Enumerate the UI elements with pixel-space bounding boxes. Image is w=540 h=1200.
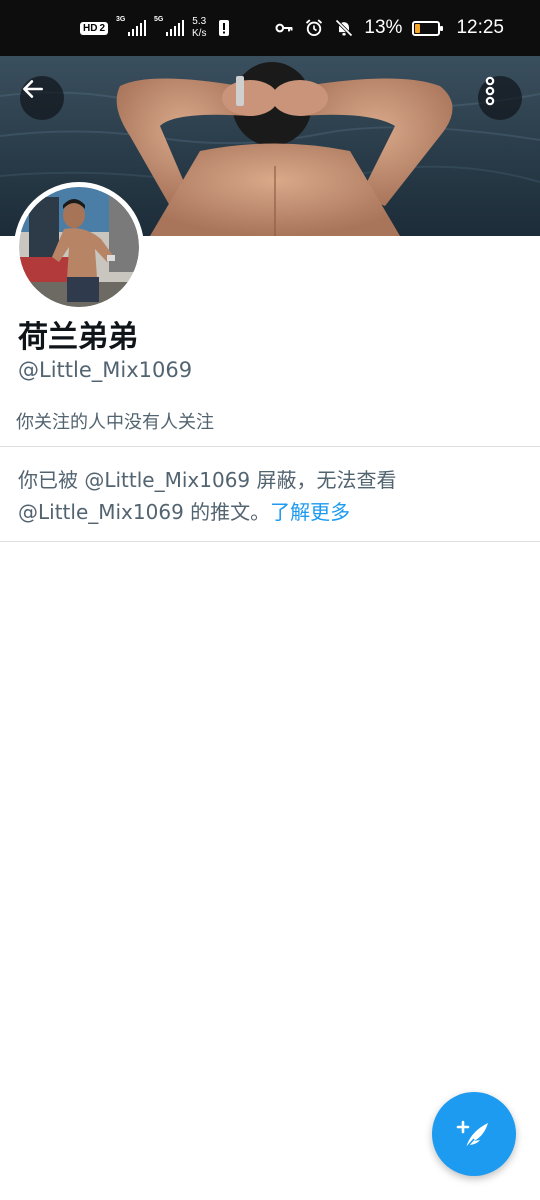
sim-slot: 2 — [99, 22, 106, 34]
alarm-icon — [306, 19, 323, 36]
blocked-handle-2: @Little_Mix1069 — [18, 500, 184, 524]
more-vertical-icon — [485, 76, 495, 106]
mute-bell-icon — [335, 19, 354, 37]
battery-icon — [412, 20, 444, 36]
compose-tweet-button[interactable] — [432, 1092, 516, 1176]
signal-3g-icon: 3G — [116, 16, 147, 36]
status-right: 13% 12:25 — [274, 17, 504, 39]
avatar[interactable] — [14, 182, 144, 312]
battery-fill — [415, 23, 421, 33]
blocked-handle-1: @Little_Mix1069 — [84, 468, 251, 492]
avatar-photo — [19, 187, 139, 307]
blocked-middle: 屏蔽，无法查看 — [256, 468, 397, 492]
battery-alert-icon — [219, 20, 230, 36]
hd-label: HD — [83, 22, 98, 34]
battery-percent: 13% — [364, 17, 403, 38]
arrow-left-icon — [23, 80, 43, 98]
learn-more-link[interactable]: 了解更多 — [270, 500, 350, 524]
network-speed: 5.3 K/s — [192, 16, 206, 40]
key-icon — [275, 23, 293, 33]
blocked-notice: 你已被 @Little_Mix1069 屏蔽，无法查看 @Little_Mix1… — [18, 464, 528, 528]
blocked-suffix: 的推文。 — [190, 500, 271, 524]
status-bar: HD 2 3G 5G 5.3 K/s 13% 12:25 — [0, 0, 540, 56]
display-name: 荷兰弟弟 — [18, 320, 138, 355]
network-speed-value: 5.3 — [192, 16, 207, 27]
followers-you-know-text[interactable]: 你关注的人中没有人关注 — [16, 408, 214, 434]
back-button[interactable] — [20, 76, 64, 120]
divider-top — [0, 446, 540, 447]
compose-tweet-icon — [456, 1120, 488, 1149]
divider-bottom — [0, 541, 540, 542]
status-left: HD 2 3G 5G 5.3 K/s — [80, 16, 234, 40]
blocked-prefix: 你已被 — [18, 468, 78, 492]
network-speed-unit: K/s — [192, 28, 207, 39]
more-options-button[interactable] — [478, 76, 522, 120]
user-handle: @Little_Mix1069 — [18, 358, 193, 382]
hd-badge: HD 2 — [80, 21, 109, 35]
clock-time: 12:25 — [456, 17, 504, 38]
signal-5g-icon: 5G — [154, 16, 185, 36]
